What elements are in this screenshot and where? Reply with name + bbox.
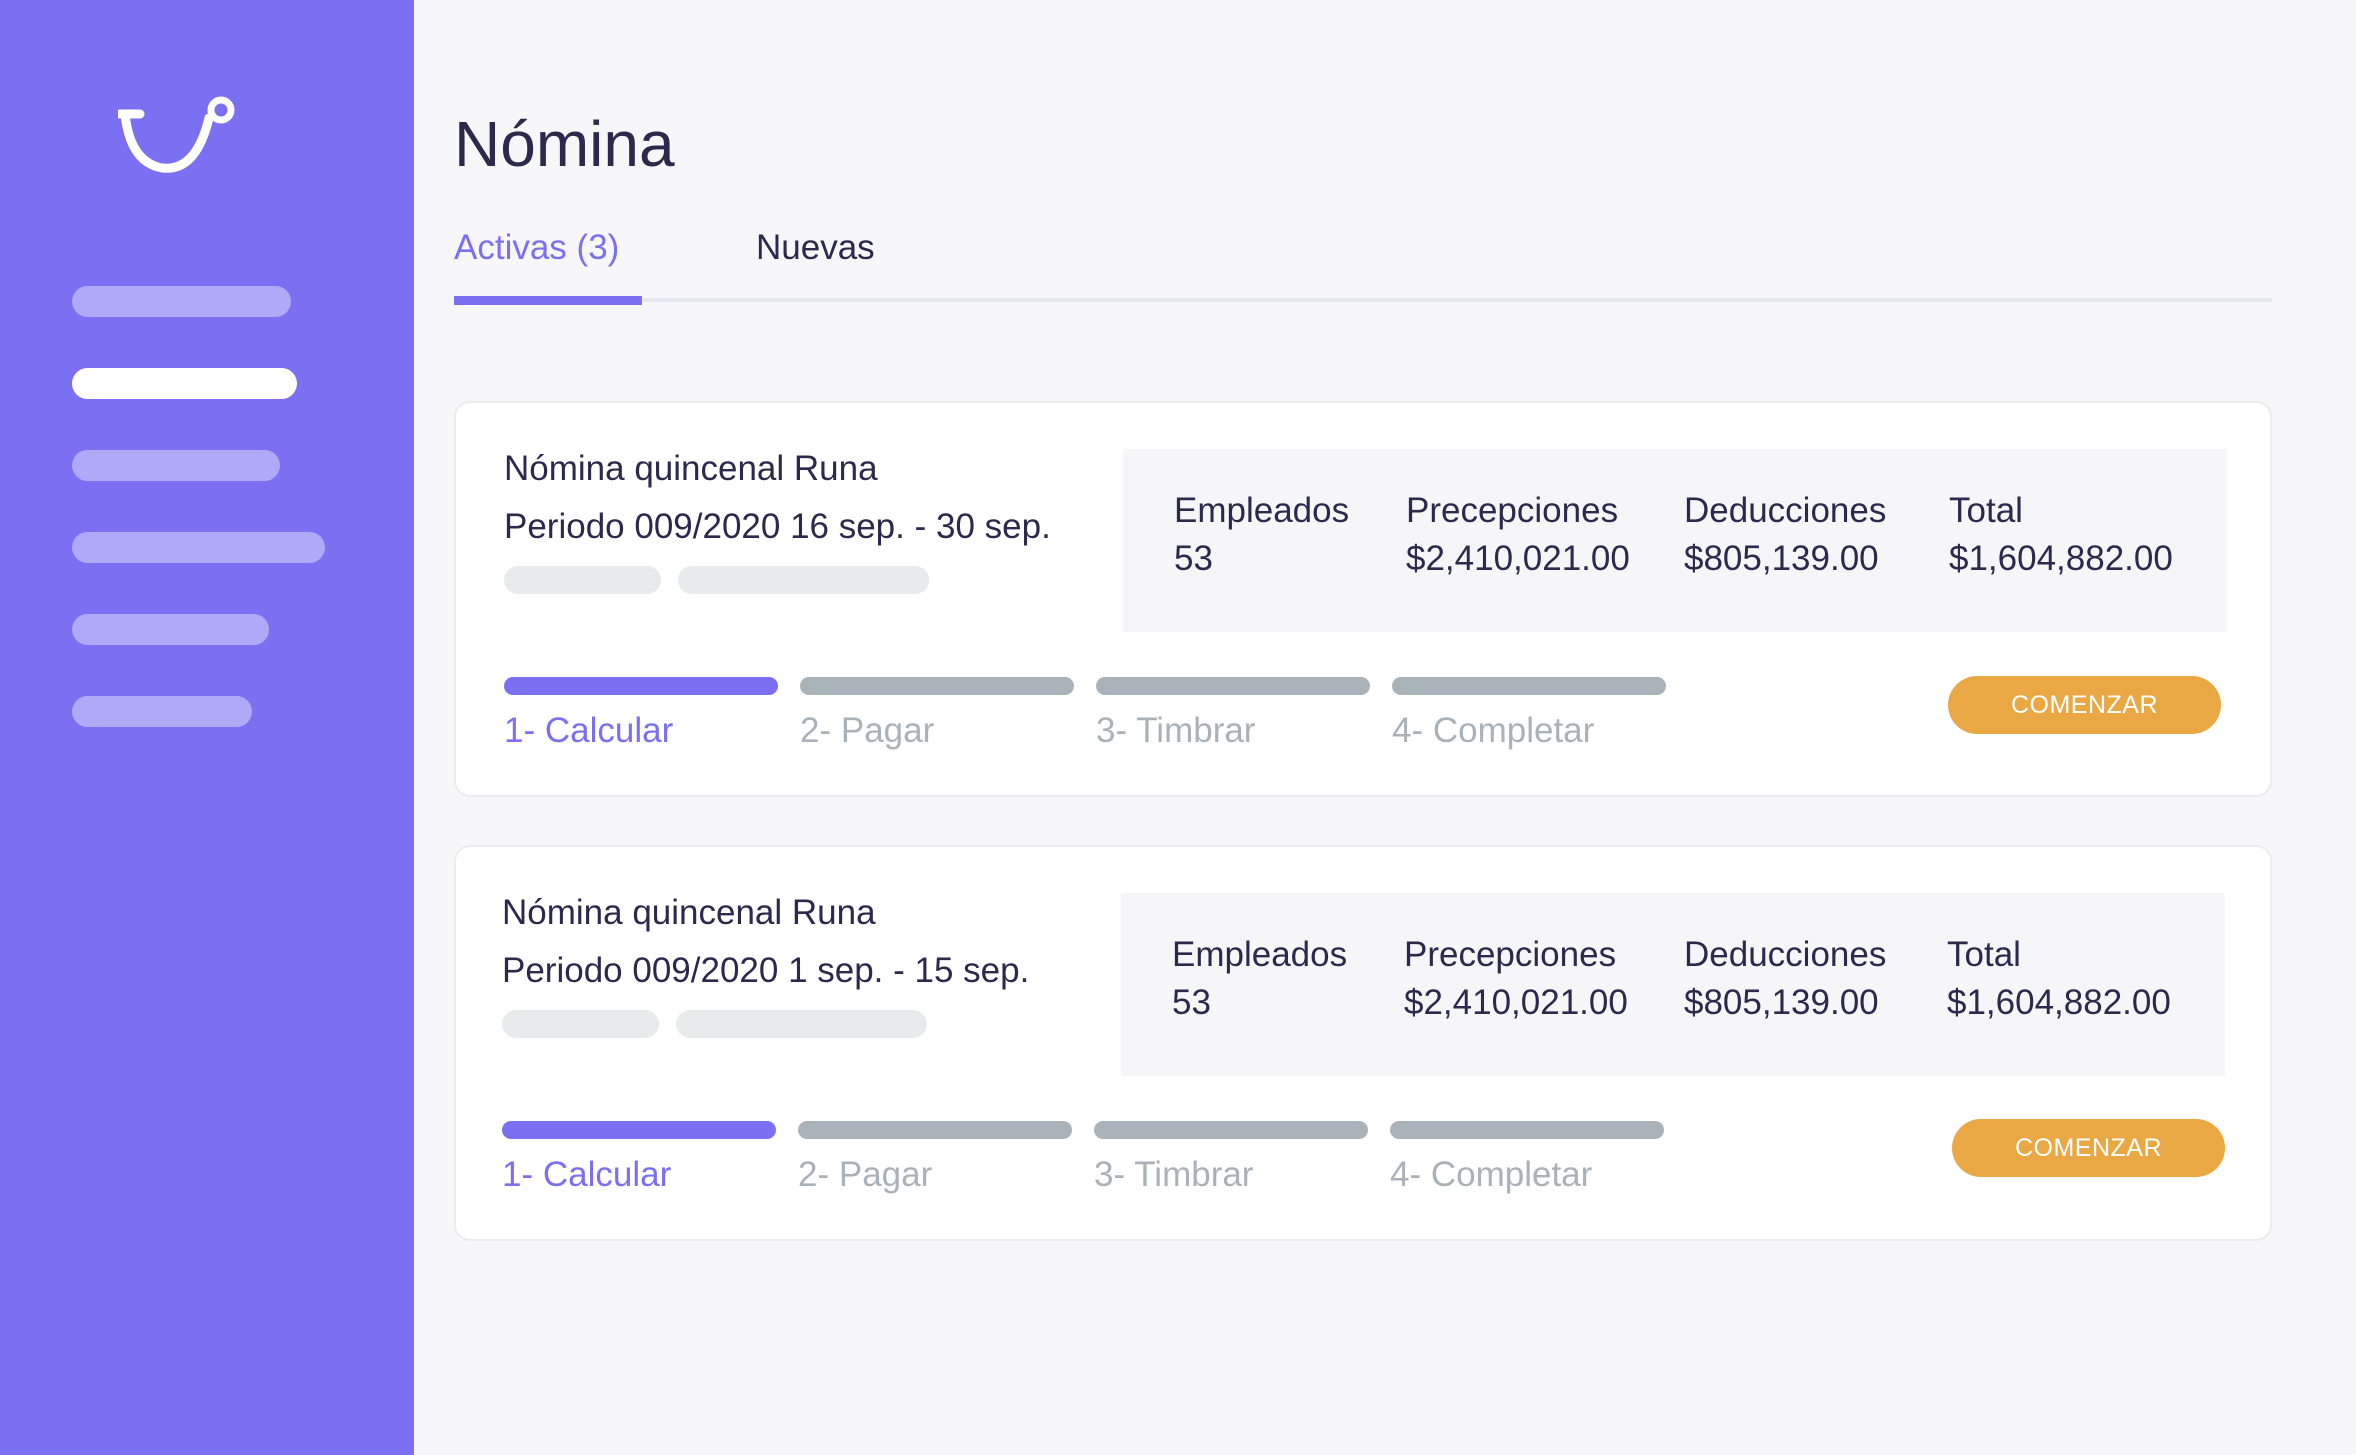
placeholder-pill bbox=[502, 1010, 659, 1038]
metric-label: Total bbox=[1947, 935, 2021, 974]
sidebar bbox=[0, 0, 414, 1455]
step-label: 3- Timbrar bbox=[1096, 711, 1256, 750]
card-period: Periodo 009/2020 1 sep. - 15 sep. bbox=[502, 951, 1030, 990]
tabs: Activas (3) Nuevas bbox=[454, 222, 2272, 305]
metric-value: $1,604,882.00 bbox=[1949, 539, 2173, 578]
step-pagar[interactable]: 2- Pagar bbox=[800, 677, 1074, 755]
metric-deducciones: Deducciones $805,139.00 bbox=[1684, 931, 1886, 1027]
metric-label: Total bbox=[1949, 491, 2023, 530]
summary-panel: Empleados 53 Precepciones $2,410,021.00 … bbox=[1123, 449, 2227, 632]
placeholder-pill bbox=[504, 566, 661, 594]
metric-label: Empleados bbox=[1172, 935, 1348, 974]
step-progress-bar bbox=[1094, 1121, 1368, 1139]
comenzar-button[interactable]: COMENZAR bbox=[1952, 1119, 2225, 1177]
sidebar-item-5[interactable] bbox=[72, 614, 269, 645]
tabs-divider bbox=[454, 298, 2272, 302]
page-title: Nómina bbox=[454, 108, 675, 180]
step-progress-bar bbox=[1390, 1121, 1664, 1139]
sidebar-item-6[interactable] bbox=[72, 696, 252, 727]
sidebar-item-1[interactable] bbox=[72, 286, 291, 317]
step-progress-bar bbox=[504, 677, 778, 695]
metric-precepciones: Precepciones $2,410,021.00 bbox=[1404, 931, 1628, 1027]
metric-value: $2,410,021.00 bbox=[1404, 983, 1628, 1022]
summary-panel: Empleados 53 Precepciones $2,410,021.00 … bbox=[1121, 893, 2225, 1076]
sidebar-item-4[interactable] bbox=[72, 532, 325, 563]
step-label: 1- Calcular bbox=[502, 1155, 672, 1194]
step-progress-bar bbox=[1096, 677, 1370, 695]
step-label: 1- Calcular bbox=[504, 711, 674, 750]
metric-label: Precepciones bbox=[1406, 491, 1619, 530]
metric-total: Total $1,604,882.00 bbox=[1947, 931, 2171, 1027]
metric-empleados: Empleados 53 bbox=[1172, 931, 1347, 1027]
step-label: 4- Completar bbox=[1390, 1155, 1593, 1194]
placeholder-pill bbox=[676, 1010, 927, 1038]
step-label: 2- Pagar bbox=[798, 1155, 933, 1194]
metric-label: Empleados bbox=[1174, 491, 1350, 530]
metric-empleados: Empleados 53 bbox=[1174, 487, 1349, 583]
main-content: Nómina Activas (3) Nuevas Nómina quincen… bbox=[414, 0, 2356, 1455]
step-label: 3- Timbrar bbox=[1094, 1155, 1254, 1194]
metric-deducciones: Deducciones $805,139.00 bbox=[1684, 487, 1886, 583]
tab-activas[interactable]: Activas (3) bbox=[454, 222, 619, 274]
metric-label: Deducciones bbox=[1684, 935, 1887, 974]
card-title: Nómina quincenal Runa bbox=[504, 449, 878, 488]
step-completar[interactable]: 4- Completar bbox=[1392, 677, 1666, 755]
active-tab-indicator bbox=[454, 296, 642, 305]
tab-nuevas[interactable]: Nuevas bbox=[756, 222, 875, 274]
sidebar-item-3[interactable] bbox=[72, 450, 280, 481]
step-progress-bar bbox=[502, 1121, 776, 1139]
metric-precepciones: Precepciones $2,410,021.00 bbox=[1406, 487, 1630, 583]
metric-label: Deducciones bbox=[1684, 491, 1887, 530]
step-label: 2- Pagar bbox=[800, 711, 935, 750]
metric-label: Precepciones bbox=[1404, 935, 1617, 974]
step-progress-bar bbox=[1392, 677, 1666, 695]
comenzar-button[interactable]: COMENZAR bbox=[1948, 676, 2221, 734]
payroll-card: Nómina quincenal Runa Periodo 009/2020 1… bbox=[454, 845, 2272, 1241]
step-pagar[interactable]: 2- Pagar bbox=[798, 1121, 1072, 1199]
step-label: 4- Completar bbox=[1392, 711, 1595, 750]
step-timbrar[interactable]: 3- Timbrar bbox=[1096, 677, 1370, 755]
metric-value: $2,410,021.00 bbox=[1406, 539, 1630, 578]
metric-value: $1,604,882.00 bbox=[1947, 983, 2171, 1022]
metric-value: 53 bbox=[1172, 983, 1211, 1022]
metric-value: $805,139.00 bbox=[1684, 983, 1879, 1022]
card-period: Periodo 009/2020 16 sep. - 30 sep. bbox=[504, 507, 1051, 546]
step-completar[interactable]: 4- Completar bbox=[1390, 1121, 1664, 1199]
metric-total: Total $1,604,882.00 bbox=[1949, 487, 2173, 583]
metric-value: $805,139.00 bbox=[1684, 539, 1879, 578]
step-progress-bar bbox=[800, 677, 1074, 695]
step-progress-bar bbox=[798, 1121, 1072, 1139]
metric-value: 53 bbox=[1174, 539, 1213, 578]
payroll-card: Nómina quincenal Runa Periodo 009/2020 1… bbox=[454, 401, 2272, 797]
step-calcular[interactable]: 1- Calcular bbox=[502, 1121, 776, 1199]
sidebar-item-2-active[interactable] bbox=[72, 368, 297, 399]
placeholder-pill bbox=[678, 566, 929, 594]
step-calcular[interactable]: 1- Calcular bbox=[504, 677, 778, 755]
step-timbrar[interactable]: 3- Timbrar bbox=[1094, 1121, 1368, 1199]
logo-icon[interactable] bbox=[118, 96, 243, 181]
card-title: Nómina quincenal Runa bbox=[502, 893, 876, 932]
